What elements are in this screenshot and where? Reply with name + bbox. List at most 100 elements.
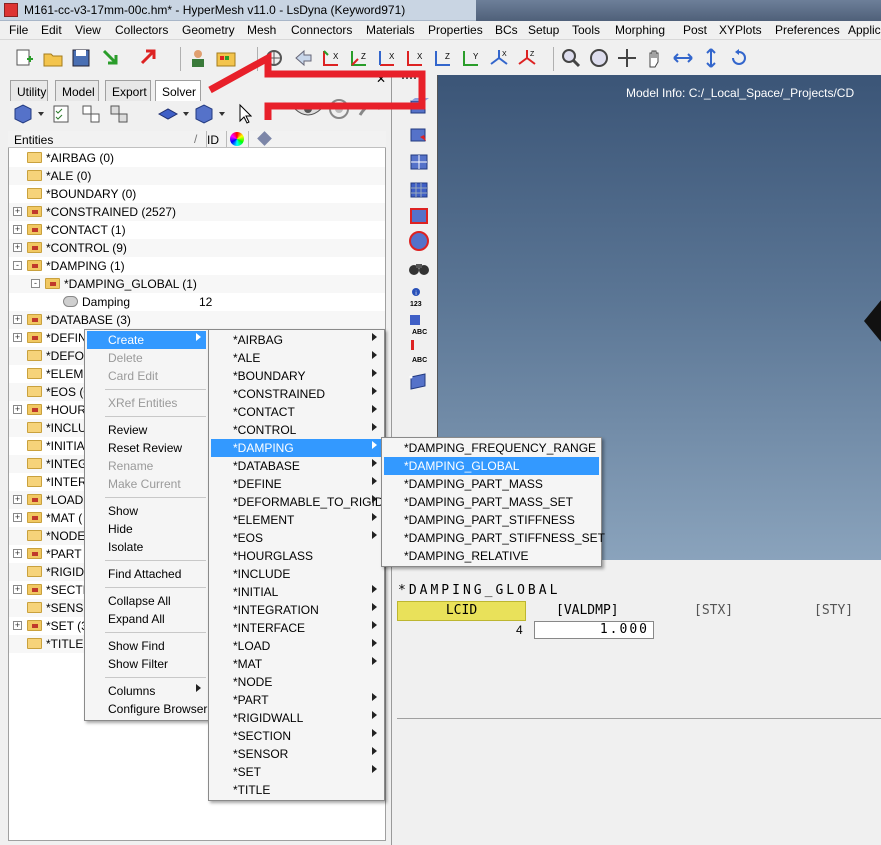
damping-menu-item[interactable]: *DAMPING_GLOBAL (384, 457, 599, 475)
move-vertical-icon[interactable] (700, 47, 722, 69)
view-zy-icon[interactable]: Z (432, 47, 454, 69)
menu-geometry[interactable]: Geometry (182, 23, 235, 37)
rotate-icon[interactable] (728, 47, 750, 69)
tree-sync-icon[interactable] (108, 103, 130, 125)
export-icon[interactable] (138, 47, 160, 69)
lcid-value[interactable]: 4 (516, 623, 523, 637)
label-abc-icon[interactable]: ABC (408, 313, 430, 337)
move-horizontal-icon[interactable] (672, 47, 694, 69)
tree-filter-icon[interactable] (80, 103, 102, 125)
mesh-display-icon[interactable] (408, 151, 430, 173)
tree-row[interactable]: - *DAMPING (1) (9, 257, 385, 275)
create-menu-item[interactable]: *TITLE (211, 781, 382, 799)
collapse-icon[interactable]: - (31, 279, 40, 288)
context-menu-item[interactable]: Review (87, 421, 206, 439)
tab-model[interactable]: Model (55, 80, 99, 101)
plane-icon[interactable] (408, 371, 430, 393)
menu-tools[interactable]: Tools (572, 23, 600, 37)
valdmp-input[interactable]: 1.000 (534, 621, 654, 639)
context-menu-item[interactable]: Create (87, 331, 206, 349)
label-abc-red-icon[interactable]: ABC (408, 339, 430, 365)
collapse-icon[interactable]: - (13, 261, 22, 270)
damping-menu-item[interactable]: *DAMPING_RELATIVE (384, 547, 599, 565)
create-menu-item[interactable]: *DATABASE (211, 457, 382, 475)
menu-post[interactable]: Post (683, 23, 707, 37)
tree-row[interactable]: *BOUNDARY (0) (9, 185, 385, 203)
tab-export[interactable]: Export (105, 80, 151, 101)
menu-file[interactable]: File (9, 23, 28, 37)
menu-collectors[interactable]: Collectors (115, 23, 168, 37)
tree-row[interactable]: *AIRBAG (0) (9, 149, 385, 167)
create-menu-item[interactable]: *ELEMENT (211, 511, 382, 529)
create-menu-item[interactable]: *EOS (211, 529, 382, 547)
context-menu-item[interactable]: Rename (87, 457, 206, 475)
tab-utility[interactable]: Utility (10, 80, 48, 101)
numbers-icon[interactable]: i 123 (408, 286, 430, 308)
create-menu-item[interactable]: *INITIAL (211, 583, 382, 601)
create-menu-item[interactable]: *CONTROL (211, 421, 382, 439)
menu-applications[interactable]: Applic (848, 23, 881, 37)
create-menu-item[interactable]: *CONSTRAINED (211, 385, 382, 403)
create-menu-item[interactable]: *CONTACT (211, 403, 382, 421)
create-menu-item[interactable]: *RIGIDWALL (211, 709, 382, 727)
create-menu-item[interactable]: *SECTION (211, 727, 382, 745)
tree-row[interactable]: + *CONTACT (1) (9, 221, 385, 239)
tab-solver[interactable]: Solver (155, 80, 201, 101)
menu-mesh[interactable]: Mesh (247, 23, 276, 37)
create-menu-item[interactable]: *PART (211, 691, 382, 709)
menu-morphing[interactable]: Morphing (615, 23, 665, 37)
context-menu-item[interactable]: Expand All (87, 610, 206, 628)
expand-icon[interactable]: + (13, 621, 22, 630)
context-menu-item[interactable]: Show Filter (87, 655, 206, 673)
expand-icon[interactable]: + (13, 225, 22, 234)
view-reverse-icon[interactable]: Z (516, 47, 538, 69)
shaded-elements-icon[interactable] (408, 205, 430, 227)
menu-properties[interactable]: Properties (428, 23, 483, 37)
expand-icon[interactable]: + (13, 207, 22, 216)
expand-icon[interactable]: + (13, 549, 22, 558)
tree-row[interactable]: + *CONTROL (9) (9, 239, 385, 257)
view-y-icon[interactable]: Y (460, 47, 482, 69)
damping-menu-item[interactable]: *DAMPING_PART_STIFFNESS (384, 511, 599, 529)
context-menu-item[interactable]: Show Find (87, 637, 206, 655)
expand-icon[interactable]: + (13, 243, 22, 252)
context-menu-item[interactable]: Reset Review (87, 439, 206, 457)
sty-field-header[interactable]: [STY] (814, 603, 853, 618)
create-menu-item[interactable]: *SENSOR (211, 745, 382, 763)
create-menu-item[interactable]: *DAMPING (211, 439, 382, 457)
context-menu-item[interactable]: Hide (87, 520, 206, 538)
zoom-window-icon[interactable] (560, 47, 582, 69)
pan-icon[interactable] (616, 47, 638, 69)
save-model-icon[interactable] (70, 47, 92, 69)
import-icon[interactable] (100, 47, 122, 69)
expand-icon[interactable]: + (13, 405, 22, 414)
damping-menu-item[interactable]: *DAMPING_PART_MASS (384, 475, 599, 493)
context-menu-item[interactable]: Make Current (87, 475, 206, 493)
context-menu-item[interactable]: Columns (87, 682, 206, 700)
view-iso-icon[interactable]: X (488, 47, 510, 69)
create-menu-item[interactable]: *BOUNDARY (211, 367, 382, 385)
unmask-icon[interactable] (408, 123, 430, 145)
context-menu-item[interactable]: Delete (87, 349, 206, 367)
hand-icon[interactable] (644, 47, 666, 69)
find-binoculars-icon[interactable] (408, 258, 430, 280)
menu-bcs[interactable]: BCs (495, 23, 518, 37)
feature-lines-icon[interactable] (408, 230, 430, 252)
entity-view-icon[interactable] (12, 103, 34, 125)
create-menu-item[interactable]: *INTEGRATION (211, 601, 382, 619)
expand-icon[interactable]: + (13, 513, 22, 522)
context-menu-item[interactable]: Collapse All (87, 592, 206, 610)
id-column-header[interactable]: ID (207, 133, 219, 147)
create-menu-item[interactable]: *SET (211, 763, 382, 781)
create-menu-item[interactable]: *MAT (211, 655, 382, 673)
context-menu-item[interactable]: Find Attached (87, 565, 206, 583)
stx-field-header[interactable]: [STX] (694, 603, 733, 618)
context-menu-item[interactable]: Card Edit (87, 367, 206, 385)
create-menu-item[interactable]: *DEFINE (211, 475, 382, 493)
tree-row[interactable]: - *DAMPING_GLOBAL (1) (9, 275, 385, 293)
menu-connectors[interactable]: Connectors (291, 23, 352, 37)
context-menu-item[interactable]: XRef Entities (87, 394, 206, 412)
dropdown-arrow-icon[interactable] (183, 112, 189, 116)
create-menu-item[interactable]: *NODE (211, 673, 382, 691)
tree-row[interactable]: *ALE (0) (9, 167, 385, 185)
